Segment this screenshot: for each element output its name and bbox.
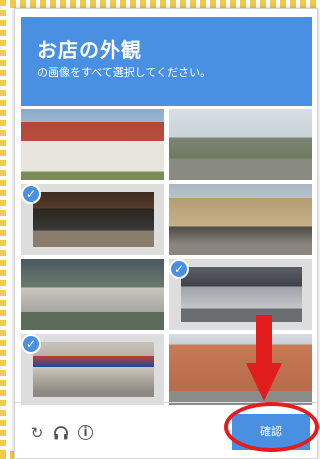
image-tile-6[interactable]: ✓: [169, 259, 312, 330]
reload-icon[interactable]: ↻: [29, 425, 45, 441]
tile-image: [21, 109, 164, 180]
check-icon: ✓: [21, 334, 41, 354]
challenge-title: お店の外観: [37, 38, 142, 62]
tile-image: [169, 334, 312, 405]
red-arrow-icon: [246, 315, 282, 401]
tile-image: [33, 342, 154, 397]
image-tile-1[interactable]: [21, 109, 164, 180]
challenge-header: お店の外観 の画像をすべて選択してください。: [21, 17, 312, 106]
tile-image: [169, 109, 312, 180]
check-icon: ✓: [21, 184, 41, 204]
info-icon[interactable]: i: [78, 425, 93, 440]
image-tile-2[interactable]: [169, 109, 312, 180]
image-tile-3[interactable]: ✓: [21, 184, 164, 255]
tile-image: [181, 267, 302, 322]
audio-icon[interactable]: [53, 425, 69, 441]
headphones-icon: [54, 426, 68, 440]
image-tile-4[interactable]: [169, 184, 312, 255]
tile-image: [169, 184, 312, 255]
dashed-frame-top: [0, 0, 319, 8]
image-tile-5[interactable]: [21, 259, 164, 330]
dashed-frame-left: [0, 0, 6, 459]
highlight-oval: [224, 402, 319, 452]
challenge-subtitle: の画像をすべて選択してください。: [37, 66, 212, 79]
image-tile-8[interactable]: [169, 334, 312, 405]
tile-image: [21, 259, 164, 330]
tile-image: [33, 192, 154, 247]
image-tile-7[interactable]: ✓: [21, 334, 164, 405]
check-icon: ✓: [169, 259, 189, 279]
